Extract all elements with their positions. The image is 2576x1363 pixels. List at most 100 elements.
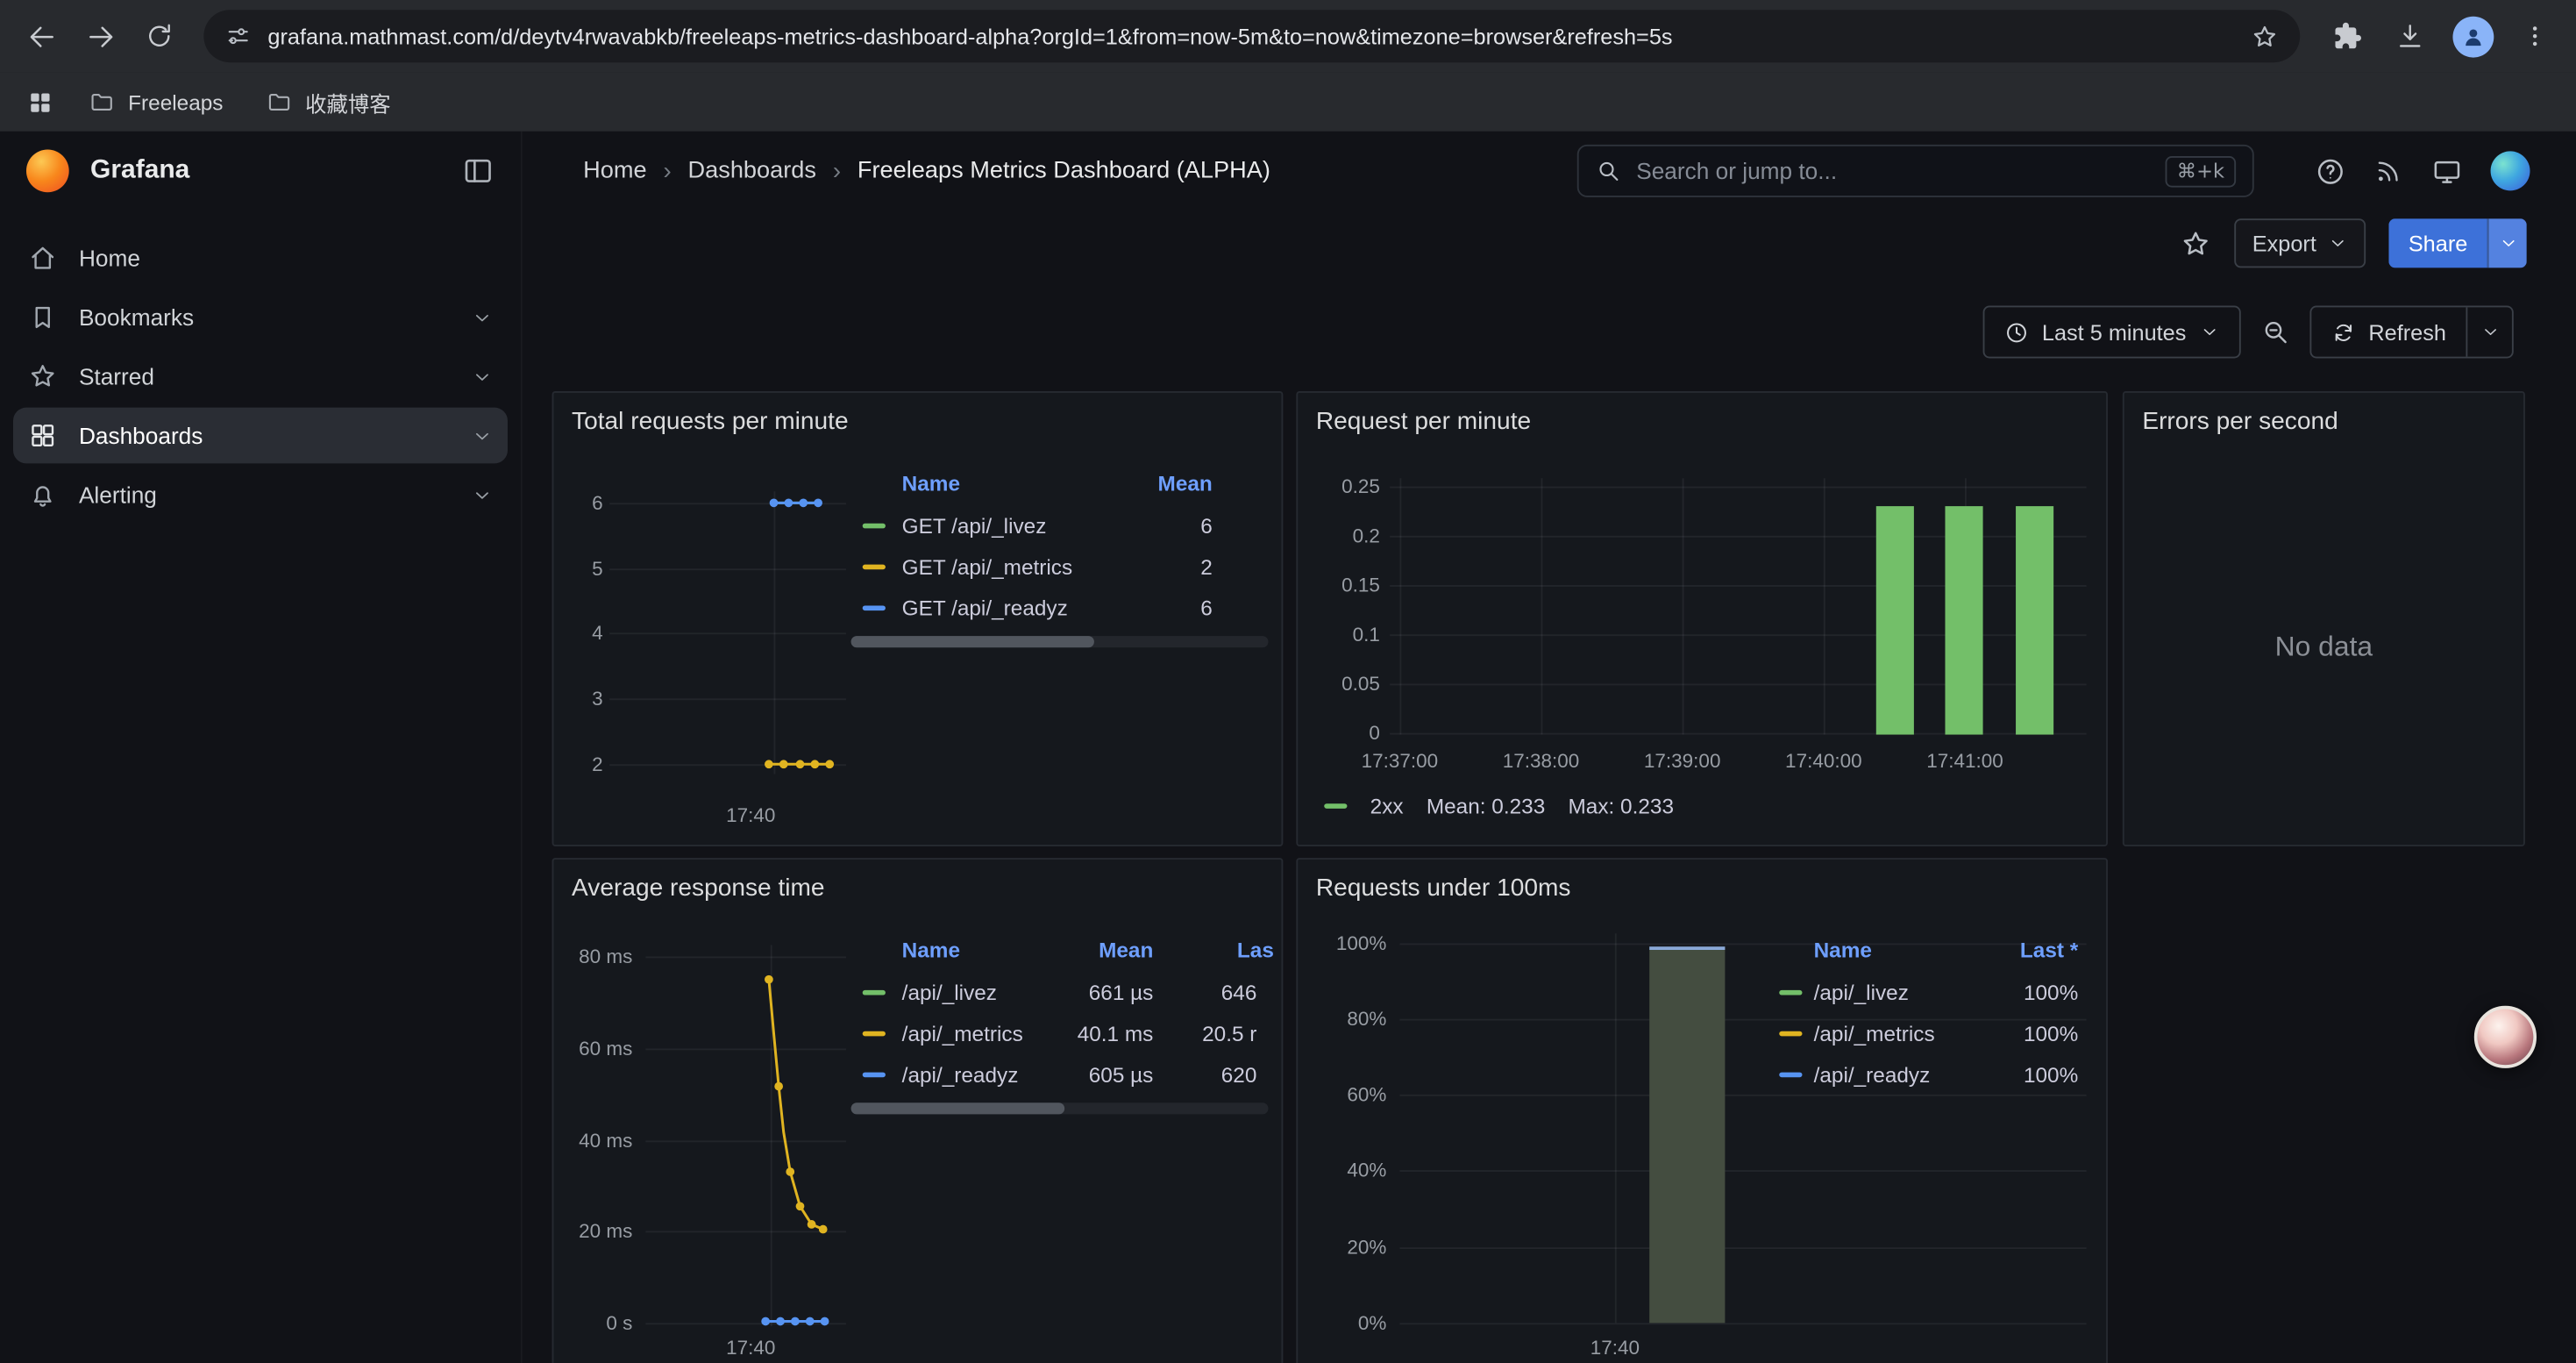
panel-title[interactable]: Total requests per minute bbox=[572, 408, 849, 436]
series-swatch bbox=[863, 990, 886, 995]
sidebar-item-label: Home bbox=[79, 245, 493, 271]
sidebar-item-bookmarks[interactable]: Bookmarks bbox=[13, 289, 508, 346]
legend-series-mean: 605 µs bbox=[1055, 1062, 1153, 1087]
bookmark-star-icon[interactable] bbox=[2251, 22, 2279, 50]
y-tick-label: 0% bbox=[1305, 1311, 1387, 1334]
chart-canvas[interactable] bbox=[609, 483, 846, 788]
site-settings-icon[interactable] bbox=[225, 23, 252, 49]
url-text[interactable]: grafana.mathmast.com/d/deytv4rwavabkb/fr… bbox=[267, 24, 2234, 48]
forward-button[interactable] bbox=[72, 8, 128, 64]
viewport: grafana.mathmast.com/d/deytv4rwavabkb/fr… bbox=[0, 0, 2576, 1363]
sidebar-item-home[interactable]: Home bbox=[13, 230, 508, 286]
legend-header-name[interactable]: Name bbox=[1814, 938, 1872, 962]
monitor-icon[interactable] bbox=[2431, 155, 2463, 187]
reload-button[interactable] bbox=[132, 8, 188, 64]
dashboard-actions: Export Share bbox=[2180, 217, 2526, 269]
screen: grafana.mathmast.com/d/deytv4rwavabkb/fr… bbox=[0, 0, 2576, 1363]
panel-title[interactable]: Average response time bbox=[572, 874, 825, 903]
chevron-down-icon[interactable] bbox=[472, 366, 493, 387]
downloads-icon[interactable] bbox=[2382, 8, 2438, 64]
search-input[interactable] bbox=[1636, 158, 2150, 184]
extensions-icon[interactable] bbox=[2320, 8, 2376, 64]
apps-grid-icon[interactable] bbox=[17, 79, 62, 125]
legend-series-name[interactable]: /api/_metrics bbox=[902, 1022, 1023, 1046]
share-button[interactable]: Share bbox=[2388, 218, 2526, 268]
chart-canvas[interactable] bbox=[645, 942, 846, 1337]
legend-series-name[interactable]: GET /api/_readyz bbox=[902, 596, 1068, 620]
news-rss-icon[interactable] bbox=[2374, 156, 2404, 186]
legend-header-last[interactable]: Last * bbox=[1980, 938, 2078, 962]
breadcrumb-separator: › bbox=[833, 157, 841, 185]
legend-header-name[interactable]: Name bbox=[902, 471, 960, 496]
legend-series-name[interactable]: GET /api/_livez bbox=[902, 514, 1047, 539]
sidebar-item-alerting[interactable]: Alerting bbox=[13, 467, 508, 523]
panel-title[interactable]: Requests under 100ms bbox=[1316, 874, 1571, 903]
legend-series-name[interactable]: /api/_livez bbox=[1814, 981, 1909, 1005]
legend-series-mean: 40.1 ms bbox=[1055, 1022, 1153, 1046]
panel-title[interactable]: Request per minute bbox=[1316, 408, 1531, 436]
legend-series-name[interactable]: 2xx bbox=[1370, 794, 1404, 818]
legend: 2xx Mean: 0.233 Max: 0.233 bbox=[1324, 794, 1674, 818]
sidebar-item-label: Bookmarks bbox=[79, 304, 450, 331]
series-swatch bbox=[863, 565, 886, 570]
browser-menu-icon[interactable] bbox=[2507, 8, 2563, 64]
share-label[interactable]: Share bbox=[2388, 218, 2487, 268]
legend-series-name[interactable]: /api/_livez bbox=[902, 981, 997, 1005]
gridline bbox=[1390, 487, 2086, 489]
brand-row: Grafana bbox=[0, 132, 521, 211]
legend-header-mean[interactable]: Mean bbox=[1114, 471, 1212, 496]
time-range-picker[interactable]: Last 5 minutes bbox=[1982, 306, 2240, 359]
help-icon[interactable] bbox=[2315, 155, 2346, 187]
zoom-out-icon[interactable] bbox=[2260, 318, 2290, 347]
back-button[interactable] bbox=[13, 8, 69, 64]
sidebar-item-label: Alerting bbox=[79, 482, 450, 508]
bookmark-blog[interactable]: 收藏博客 bbox=[249, 79, 407, 125]
legend-header-name[interactable]: Name bbox=[902, 938, 960, 962]
sidebar-item-starred[interactable]: Starred bbox=[13, 348, 508, 404]
chevron-down-icon[interactable] bbox=[472, 425, 493, 446]
legend-header-mean[interactable]: Mean bbox=[1055, 938, 1153, 962]
grafana-logo[interactable] bbox=[26, 150, 69, 193]
legend-scrollbar[interactable] bbox=[851, 636, 1269, 647]
sidebar-item-dashboards[interactable]: Dashboards bbox=[13, 408, 508, 464]
no-data-message: No data bbox=[2124, 632, 2523, 664]
legend-series-name[interactable]: GET /api/_metrics bbox=[902, 554, 1072, 579]
y-tick-label: 6 bbox=[560, 491, 603, 514]
scrollbar-thumb[interactable] bbox=[851, 636, 1094, 647]
share-menu-caret[interactable] bbox=[2487, 218, 2527, 268]
gridline bbox=[1541, 478, 1543, 734]
legend-series-name[interactable]: /api/_readyz bbox=[902, 1062, 1019, 1087]
bar-percentage bbox=[1649, 946, 1725, 1323]
profile-avatar[interactable] bbox=[2444, 8, 2501, 64]
chevron-down-icon[interactable] bbox=[472, 484, 493, 505]
scrollbar-thumb[interactable] bbox=[851, 1103, 1065, 1114]
y-tick-label: 3 bbox=[560, 687, 603, 710]
refresh-label: Refresh bbox=[2368, 319, 2446, 344]
gridline bbox=[1824, 478, 1825, 734]
series-swatch bbox=[1779, 1073, 1802, 1078]
legend-series-name[interactable]: /api/_readyz bbox=[1814, 1062, 1931, 1087]
legend-scrollbar[interactable] bbox=[851, 1103, 1269, 1114]
chevron-down-icon bbox=[2199, 322, 2218, 341]
user-avatar[interactable] bbox=[2491, 151, 2530, 190]
search-bar[interactable]: ⌘+k bbox=[1577, 145, 2254, 197]
legend-header-last[interactable]: Las bbox=[1237, 938, 1274, 962]
sidebar-toggle-icon[interactable] bbox=[462, 154, 495, 187]
address-bar[interactable]: grafana.mathmast.com/d/deytv4rwavabkb/fr… bbox=[203, 10, 2300, 62]
breadcrumb-dashboards[interactable]: Dashboards bbox=[688, 158, 817, 184]
panel-requests-under-100ms: Requests under 100ms 100% 80% 60% 40% 20… bbox=[1296, 858, 2108, 1363]
bookmark-freeleaps[interactable]: Freeleaps bbox=[72, 79, 239, 125]
breadcrumb: Home › Dashboards › Freeleaps Metrics Da… bbox=[583, 132, 1270, 211]
assistant-avatar[interactable] bbox=[2474, 1006, 2537, 1068]
legend-series-value: 100% bbox=[1980, 1022, 2078, 1046]
panel-title[interactable]: Errors per second bbox=[2142, 408, 2338, 436]
breadcrumb-home[interactable]: Home bbox=[583, 158, 646, 184]
refresh-button[interactable]: Refresh bbox=[2311, 307, 2466, 356]
refresh-interval-caret[interactable] bbox=[2466, 307, 2511, 356]
chevron-down-icon[interactable] bbox=[472, 306, 493, 327]
favorite-star-icon[interactable] bbox=[2180, 228, 2211, 260]
legend-series-name[interactable]: /api/_metrics bbox=[1814, 1022, 1935, 1046]
gridline bbox=[1399, 1170, 2086, 1172]
x-tick-label: 17:39:00 bbox=[1644, 749, 1721, 772]
export-button[interactable]: Export bbox=[2234, 218, 2366, 268]
